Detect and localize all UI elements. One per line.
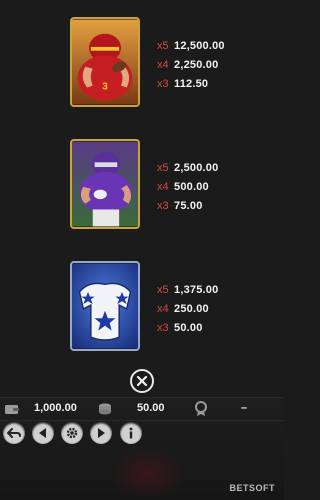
pay-values: x5 2,500.00 x4 500.00 x3 75.00 bbox=[157, 159, 277, 216]
return-arrow-icon bbox=[7, 428, 21, 438]
background-glow bbox=[108, 449, 188, 500]
paytable-row: x5 1,375.00 x4 250.00 x3 50.00 bbox=[0, 261, 284, 351]
pay-line-x5: x5 12,500.00 bbox=[157, 37, 277, 56]
pay-line-x3: x3 112.50 bbox=[157, 75, 277, 94]
info-icon bbox=[129, 427, 133, 439]
pay-line-x4: x4 500.00 bbox=[157, 178, 277, 197]
pay-line-x3: x3 75.00 bbox=[157, 197, 277, 216]
pay-amount: 500.00 bbox=[174, 181, 209, 193]
brand-text: BETSOFT bbox=[229, 483, 275, 493]
multiplier-label: x5 bbox=[157, 284, 169, 296]
purple-football-player-symbol bbox=[70, 139, 140, 229]
triangle-left-icon bbox=[39, 428, 46, 438]
win-value: – bbox=[241, 402, 248, 414]
multiplier-label: x4 bbox=[157, 181, 169, 193]
paytable-row: 3 x5 12,500.00 x4 2,250.00 x3 112.50 bbox=[0, 17, 284, 107]
control-buttons bbox=[0, 422, 284, 448]
pay-values: x5 1,375.00 x4 250.00 x3 50.00 bbox=[157, 281, 277, 338]
pay-line-x3: x3 50.00 bbox=[157, 319, 277, 338]
gear-icon bbox=[66, 427, 78, 439]
blue-shoulder-pads-symbol bbox=[70, 261, 140, 351]
pay-amount: 2,500.00 bbox=[174, 162, 219, 174]
bet-value: 50.00 bbox=[137, 402, 165, 414]
red-football-player-symbol: 3 bbox=[70, 17, 140, 107]
red-football-player-icon: 3 bbox=[72, 19, 138, 105]
multiplier-label: x5 bbox=[157, 162, 169, 174]
wallet-icon bbox=[5, 405, 19, 414]
paytable-row: x5 2,500.00 x4 500.00 x3 75.00 bbox=[0, 139, 284, 229]
pay-amount: 50.00 bbox=[174, 322, 203, 334]
betsoft-logo: BETSOFT bbox=[230, 483, 276, 493]
info-button[interactable] bbox=[120, 422, 142, 444]
pay-values: x5 12,500.00 x4 2,250.00 x3 112.50 bbox=[157, 37, 277, 94]
pay-amount: 75.00 bbox=[174, 200, 203, 212]
pay-amount: 12,500.00 bbox=[174, 40, 225, 52]
paytable: 3 x5 12,500.00 x4 2,250.00 x3 112.50 x5 … bbox=[0, 0, 284, 364]
triangle-right-icon bbox=[98, 428, 105, 438]
multiplier-label: x4 bbox=[157, 303, 169, 315]
multiplier-label: x4 bbox=[157, 59, 169, 71]
bottom-bar: 1,000.00 50.00 – BETSOFT bbox=[0, 397, 284, 500]
close-icon bbox=[136, 375, 148, 387]
pay-line-x5: x5 2,500.00 bbox=[157, 159, 277, 178]
balance-value: 1,000.00 bbox=[34, 402, 77, 414]
pay-amount: 112.50 bbox=[174, 78, 209, 90]
multiplier-label: x5 bbox=[157, 40, 169, 52]
stats-bar: 1,000.00 50.00 – bbox=[0, 397, 284, 421]
back-button[interactable] bbox=[3, 422, 25, 444]
next-page-button[interactable] bbox=[90, 422, 112, 444]
settings-button[interactable] bbox=[61, 422, 83, 444]
pay-line-x5: x5 1,375.00 bbox=[157, 281, 277, 300]
win-award-icon bbox=[195, 401, 207, 416]
pay-line-x4: x4 2,250.00 bbox=[157, 56, 277, 75]
shoulder-pads-icon bbox=[72, 263, 138, 349]
multiplier-label: x3 bbox=[157, 200, 169, 212]
pay-amount: 250.00 bbox=[174, 303, 209, 315]
pay-amount: 1,375.00 bbox=[174, 284, 219, 296]
multiplier-label: x3 bbox=[157, 322, 169, 334]
purple-football-player-icon bbox=[72, 141, 138, 227]
close-button[interactable] bbox=[130, 369, 154, 393]
coins-icon bbox=[99, 403, 111, 415]
pay-amount: 2,250.00 bbox=[174, 59, 219, 71]
multiplier-label: x3 bbox=[157, 78, 169, 90]
svg-text:3: 3 bbox=[102, 81, 108, 92]
pay-line-x4: x4 250.00 bbox=[157, 300, 277, 319]
previous-page-button[interactable] bbox=[32, 422, 54, 444]
